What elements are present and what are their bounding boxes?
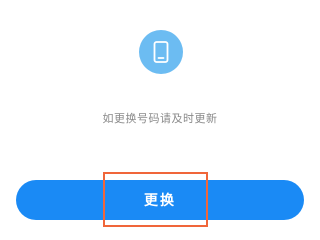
change-button[interactable]: 更换 (16, 180, 304, 220)
phone-icon (139, 30, 183, 74)
hint-text: 如更换号码请及时更新 (102, 112, 218, 125)
change-button-label: 更换 (144, 193, 176, 209)
change-phone-screen: 如更换号码请及时更新 更换 (0, 0, 320, 240)
